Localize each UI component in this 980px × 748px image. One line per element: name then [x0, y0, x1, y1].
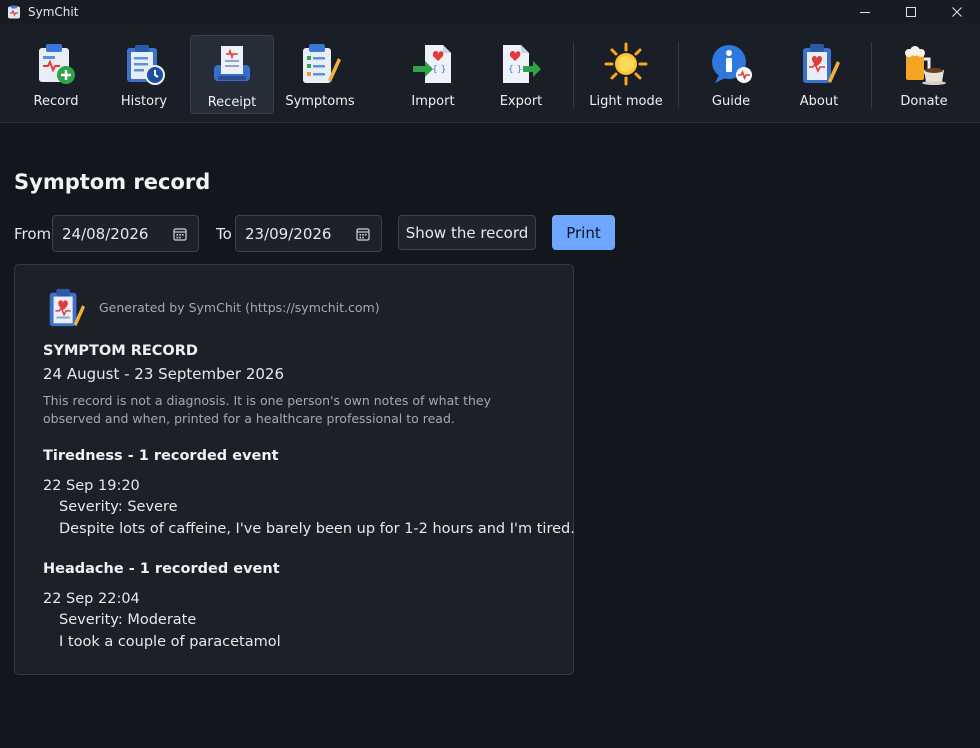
- calendar-icon[interactable]: [173, 227, 187, 241]
- from-label: From: [14, 225, 52, 243]
- print-button[interactable]: Print: [552, 215, 615, 250]
- toolbar-receipt-button[interactable]: Receipt: [190, 35, 274, 114]
- event-note: Despite lots of caffeine, I've barely be…: [59, 521, 575, 537]
- event-note: I took a couple of paracetamol: [59, 634, 281, 650]
- toolbar-history-button[interactable]: History: [102, 35, 186, 114]
- event-datetime: 22 Sep 22:04: [43, 591, 140, 607]
- from-date-input[interactable]: 24/08/2026: [52, 215, 199, 252]
- toolbar-history-label: History: [120, 94, 168, 109]
- symchit-logo-icon: [49, 288, 86, 327]
- toolbar-separator: [573, 42, 574, 108]
- toolbar-light-mode-button[interactable]: Light mode: [584, 35, 668, 114]
- beer-coffee-icon: [905, 46, 946, 85]
- svg-text:{ }: { }: [432, 65, 446, 75]
- event-severity: Severity: Moderate: [59, 612, 197, 628]
- toolbar-about-button[interactable]: About: [777, 35, 861, 114]
- symptom-section-heading: Tiredness - 1 recorded event: [43, 448, 279, 464]
- record-card: Generated by SymChit (https://symchit.co…: [14, 264, 575, 675]
- to-label: To: [216, 225, 232, 243]
- clipboard-add-icon: [39, 44, 75, 84]
- event-datetime: 22 Sep 19:20: [43, 478, 140, 494]
- toolbar-donate-label: Donate: [900, 94, 948, 109]
- toolbar-import-label: Import: [411, 94, 455, 109]
- toolbar-guide-button[interactable]: Guide: [689, 35, 773, 114]
- minimize-icon: [860, 12, 870, 13]
- to-date-input[interactable]: 23/09/2026: [235, 215, 382, 252]
- toolbar-light-mode-label: Light mode: [589, 94, 663, 109]
- toolbar-symptoms-label: Symptoms: [285, 94, 355, 109]
- record-title: SYMPTOM RECORD: [43, 343, 198, 359]
- record-disclaimer: This record is not a diagnosis. It is on…: [43, 393, 492, 426]
- calendar-icon[interactable]: [356, 227, 370, 241]
- app-icon: [8, 5, 20, 19]
- import-file-icon: { }: [413, 45, 451, 83]
- minimize-button[interactable]: [842, 0, 888, 24]
- toolbar-about-label: About: [799, 94, 839, 109]
- toolbar-import-button[interactable]: { } Import: [391, 35, 475, 114]
- app-title: SymChit: [28, 5, 79, 19]
- generated-by-text: Generated by SymChit (https://symchit.co…: [99, 300, 380, 315]
- toolbar-receipt-label: Receipt: [207, 95, 257, 110]
- toolbar-donate-button[interactable]: Donate: [882, 35, 966, 114]
- maximize-button[interactable]: [888, 0, 934, 24]
- to-date-value: 23/09/2026: [245, 225, 332, 243]
- toolbar-export-label: Export: [499, 94, 543, 109]
- title-bar: SymChit: [0, 0, 980, 24]
- close-icon: [952, 7, 962, 17]
- clipboard-heart-icon: [803, 44, 840, 83]
- event-severity: Severity: Severe: [59, 499, 178, 515]
- sun-icon: [604, 42, 648, 86]
- page-title: Symptom record: [14, 170, 211, 194]
- checklist-pencil-icon: [303, 44, 341, 83]
- toolbar-guide-label: Guide: [711, 94, 751, 109]
- toolbar-separator: [678, 42, 679, 108]
- toolbar-symptoms-button[interactable]: Symptoms: [278, 35, 362, 114]
- symptom-section-heading: Headache - 1 recorded event: [43, 561, 280, 577]
- close-button[interactable]: [934, 0, 980, 24]
- svg-text:{ }: { }: [508, 65, 522, 75]
- export-file-icon: { }: [503, 45, 541, 83]
- from-date-value: 24/08/2026: [62, 225, 149, 243]
- receipt-printer-icon: [214, 46, 250, 81]
- toolbar-separator: [871, 42, 872, 108]
- toolbar-export-button[interactable]: { } Export: [479, 35, 563, 114]
- record-date-range: 24 August - 23 September 2026: [43, 365, 285, 383]
- maximize-icon: [906, 7, 916, 17]
- show-record-button[interactable]: Show the record: [398, 215, 536, 250]
- clipboard-clock-icon: [127, 45, 165, 85]
- main-toolbar: Record History Receipt Symptoms {} Impo…: [0, 24, 980, 123]
- toolbar-record-label: Record: [33, 94, 79, 109]
- info-bubble-icon: [712, 45, 752, 83]
- toolbar-record-button[interactable]: Record: [14, 35, 98, 114]
